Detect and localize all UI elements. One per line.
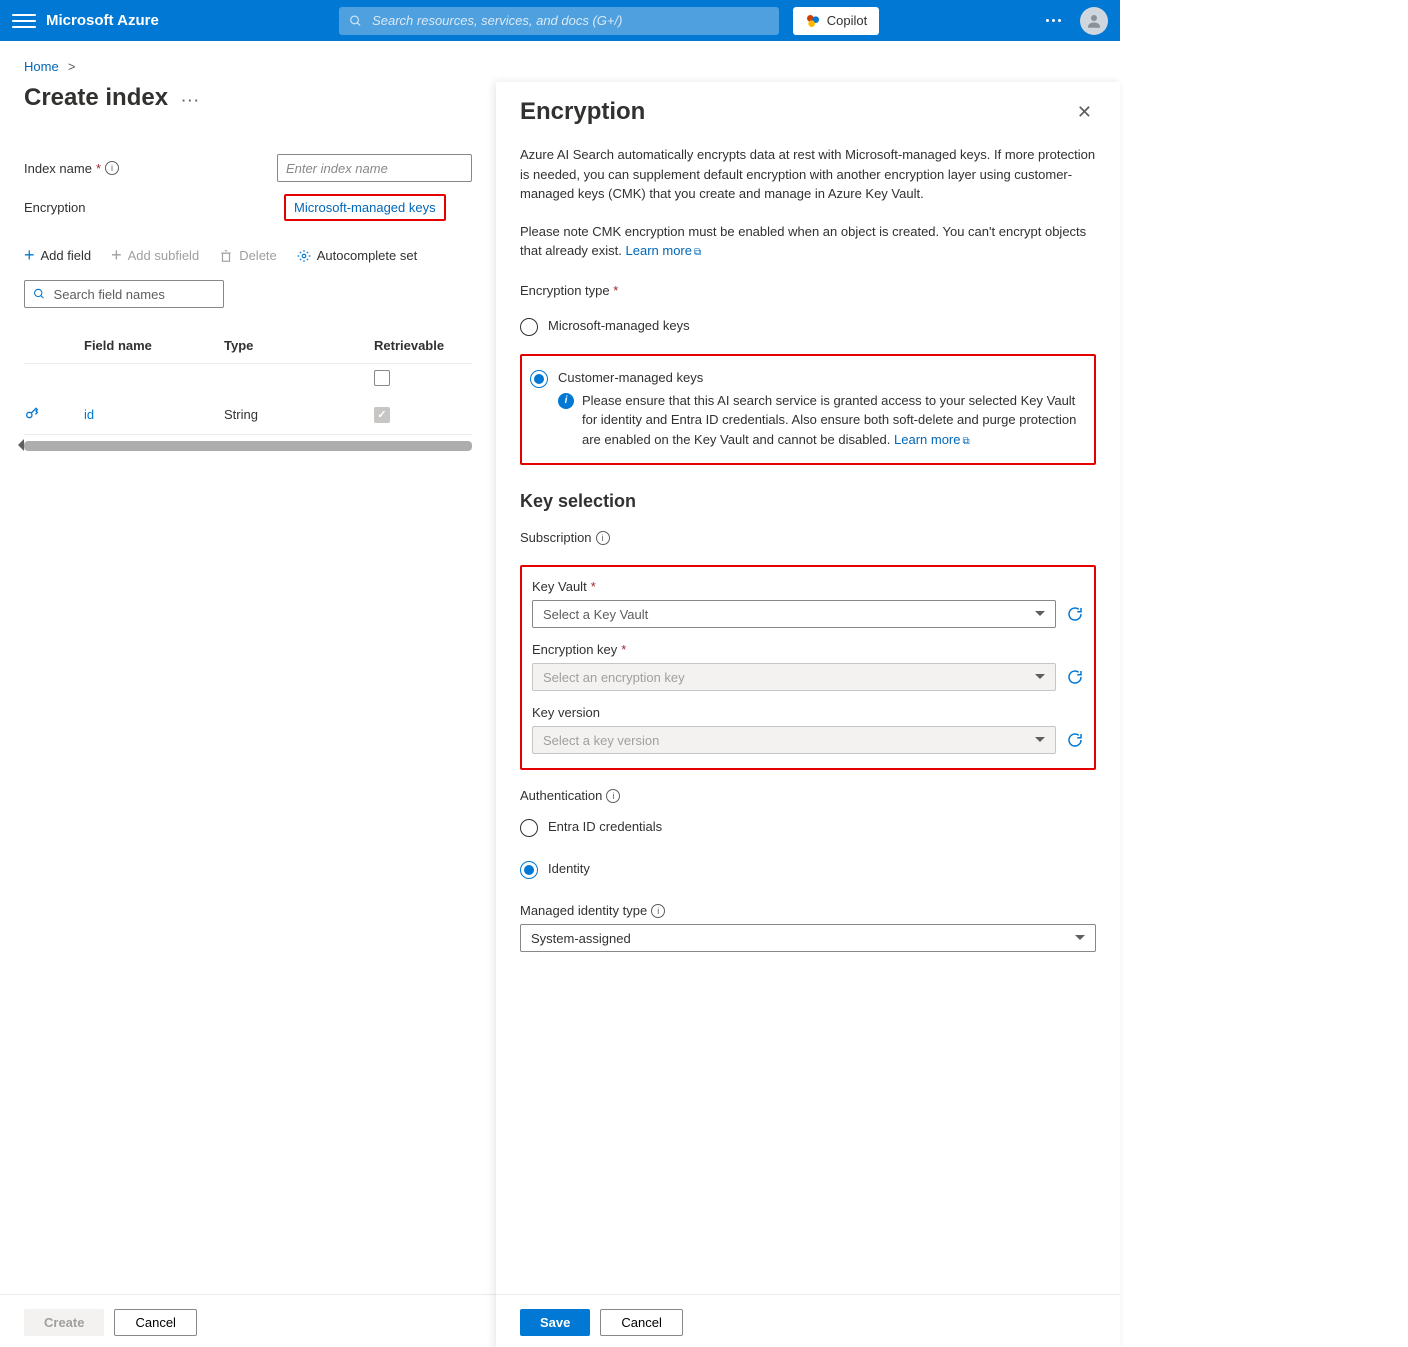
radio-identity[interactable] [520, 861, 538, 879]
radio-entra-id[interactable] [520, 819, 538, 837]
chevron-down-icon [1035, 737, 1045, 747]
search-input[interactable] [370, 12, 769, 29]
autocomplete-button[interactable]: Autocomplete set [297, 248, 417, 263]
radio-microsoft-managed[interactable] [520, 318, 538, 336]
brand[interactable]: Microsoft Azure [46, 12, 159, 29]
panel-footer: Save Cancel [496, 1294, 1120, 1347]
panel-description-2: Please note CMK encryption must be enabl… [520, 222, 1096, 261]
panel-title: Encryption [520, 98, 1073, 126]
table-row[interactable]: id String [24, 395, 472, 435]
info-icon[interactable]: i [105, 161, 119, 175]
more-icon[interactable] [1042, 19, 1064, 22]
encryption-key-label: Encryption key * [532, 642, 1084, 657]
radio-customer-managed[interactable] [530, 370, 548, 388]
key-icon [24, 405, 84, 424]
field-search-input[interactable] [52, 286, 215, 303]
chevron-down-icon [1075, 935, 1085, 945]
breadcrumb: Home > [24, 59, 472, 74]
managed-identity-label: Managed identity type i [520, 903, 1096, 918]
copilot-icon [805, 13, 821, 29]
col-type[interactable]: Type [224, 338, 374, 353]
trash-icon [219, 249, 233, 263]
create-button: Create [24, 1309, 104, 1336]
refresh-icon[interactable] [1066, 668, 1084, 686]
fields-toolbar: + Add field + Add subfield Delete Autoco… [24, 245, 472, 266]
copilot-label: Copilot [827, 13, 867, 28]
retrievable-all-checkbox[interactable] [374, 370, 390, 386]
chevron-down-icon [1035, 674, 1045, 684]
key-selection-title: Key selection [520, 491, 1096, 512]
horizontal-scrollbar[interactable] [24, 441, 472, 451]
encryption-type-label: Encryption type * [520, 283, 1096, 298]
authentication-label: Authentication i [520, 788, 1096, 803]
page-title: Create index [24, 84, 168, 112]
search-icon [349, 14, 362, 28]
add-subfield-button: + Add subfield [111, 245, 199, 266]
page-actions-icon[interactable]: ··· [182, 93, 201, 108]
avatar[interactable] [1080, 7, 1108, 35]
chevron-right-icon: > [64, 59, 75, 74]
panel-cancel-button[interactable]: Cancel [600, 1309, 682, 1336]
key-vault-label: Key Vault * [532, 579, 1084, 594]
info-icon[interactable]: i [596, 531, 610, 545]
close-icon[interactable]: ✕ [1073, 98, 1096, 127]
refresh-icon[interactable] [1066, 605, 1084, 623]
field-type: String [224, 407, 374, 422]
radio-label-identity: Identity [548, 861, 590, 876]
radio-label-customer-managed: Customer-managed keys [558, 370, 1086, 385]
radio-label-entra-id: Entra ID credentials [548, 819, 662, 834]
learn-more-link-2[interactable]: Learn more⧉ [894, 432, 970, 447]
external-link-icon: ⧉ [963, 436, 970, 447]
fields-table: Field name Type Retrievable id String [24, 328, 472, 435]
info-icon: i [558, 393, 574, 409]
info-icon[interactable]: i [606, 789, 620, 803]
key-vault-select[interactable]: Select a Key Vault [532, 600, 1056, 628]
managed-identity-select[interactable]: System-assigned [520, 924, 1096, 952]
search-icon [33, 287, 46, 301]
encryption-type-radio-group: Microsoft-managed keys Customer-managed … [520, 312, 1096, 466]
col-field-name[interactable]: Field name [84, 338, 224, 353]
refresh-icon[interactable] [1066, 731, 1084, 749]
plus-icon: + [24, 245, 35, 266]
key-version-label: Key version [532, 705, 1084, 720]
customer-managed-info: Please ensure that this AI search servic… [582, 391, 1086, 450]
external-link-icon: ⧉ [694, 247, 701, 258]
encryption-link[interactable]: Microsoft-managed keys [284, 194, 446, 221]
delete-button: Delete [219, 248, 277, 263]
key-version-select: Select a key version [532, 726, 1056, 754]
encryption-panel: Encryption ✕ Azure AI Search automatical… [496, 82, 1120, 1347]
breadcrumb-home[interactable]: Home [24, 59, 59, 74]
panel-description-1: Azure AI Search automatically encrypts d… [520, 145, 1096, 204]
save-button[interactable]: Save [520, 1309, 590, 1336]
gear-icon [297, 249, 311, 263]
main-page: Home > Create index ··· Index name * i E… [0, 41, 496, 451]
hamburger-icon[interactable] [12, 9, 36, 33]
field-name[interactable]: id [84, 407, 224, 422]
info-icon[interactable]: i [651, 904, 665, 918]
topbar: Microsoft Azure Copilot [0, 0, 1120, 41]
search-box[interactable] [339, 7, 779, 35]
index-name-input[interactable] [277, 154, 472, 182]
retrievable-checkbox [374, 407, 390, 423]
copilot-button[interactable]: Copilot [793, 7, 879, 35]
chevron-down-icon [1035, 611, 1045, 621]
index-name-label: Index name * i [24, 161, 277, 176]
add-field-button[interactable]: + Add field [24, 245, 91, 266]
encryption-key-select: Select an encryption key [532, 663, 1056, 691]
plus-icon: + [111, 245, 122, 266]
subscription-label: Subscription i [520, 530, 1096, 545]
radio-label-microsoft-managed: Microsoft-managed keys [548, 318, 690, 333]
learn-more-link[interactable]: Learn more⧉ [626, 243, 702, 258]
page-footer: Create Cancel [0, 1294, 496, 1347]
encryption-label: Encryption [24, 200, 284, 215]
field-search-box[interactable] [24, 280, 224, 308]
col-retrievable[interactable]: Retrievable [374, 338, 472, 353]
cancel-button[interactable]: Cancel [114, 1309, 196, 1336]
